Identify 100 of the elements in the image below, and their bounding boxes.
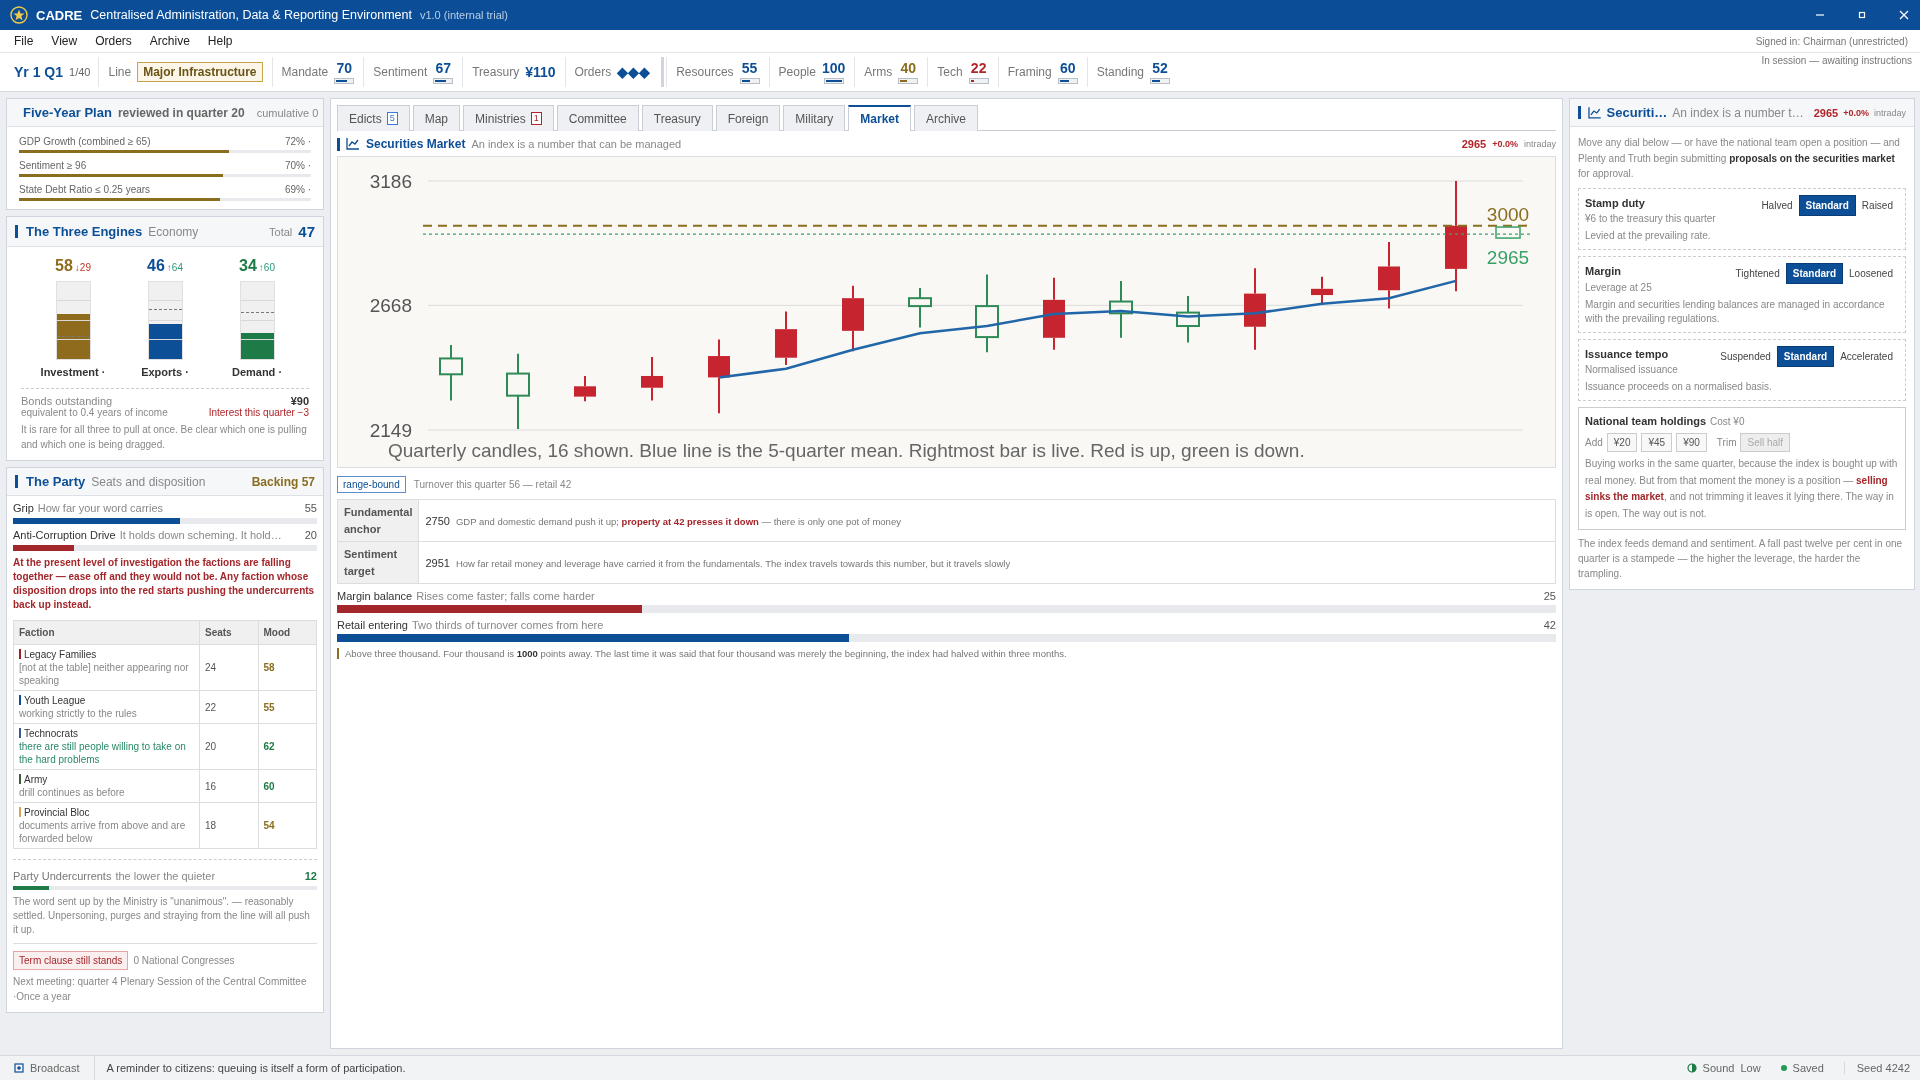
meter-description: How far your word carries bbox=[37, 502, 164, 514]
engine-value: 34 bbox=[239, 257, 257, 275]
session-status: In session — awaiting instructions bbox=[1761, 55, 1912, 66]
option-button[interactable]: Standard bbox=[1798, 194, 1856, 216]
menu-item[interactable]: Archive bbox=[143, 34, 202, 48]
index-suffix: intraday bbox=[1873, 107, 1906, 118]
option-button[interactable]: Suspended bbox=[1714, 346, 1777, 366]
option-button[interactable]: Raised bbox=[1855, 195, 1899, 215]
meter-description: the lower the quieter bbox=[115, 870, 216, 882]
tab[interactable]: Military bbox=[783, 105, 846, 131]
stat-value: 70 bbox=[336, 60, 352, 76]
menu-item[interactable]: View bbox=[45, 34, 90, 48]
index-change: +0.0% bbox=[1492, 139, 1518, 149]
tab[interactable]: Foreign bbox=[715, 105, 781, 131]
dial-note: Issuance proceeds on a normalised basis. bbox=[1585, 380, 1773, 394]
option-button[interactable]: Loosened bbox=[1843, 264, 1899, 283]
index-value: 2965 bbox=[1813, 106, 1839, 119]
anchor-description: How far retail money and leverage have carried it from the fundamentals. The index travels towards this number, but it travels slowly bbox=[455, 557, 1011, 569]
panel-subtitle: reviewed in quarter 20 bbox=[117, 105, 245, 120]
tab[interactable]: Edicts 5 bbox=[337, 105, 410, 131]
meter-description: It holds down scheming. It hold… bbox=[119, 529, 282, 541]
dial-name: Issuance tempo bbox=[1585, 346, 1670, 362]
faction-name: Provincial Bloc bbox=[24, 807, 90, 818]
dial-description: Leverage at 25 bbox=[1585, 280, 1653, 295]
faction-name: Technocrats bbox=[24, 728, 78, 739]
sound-icon bbox=[1686, 1063, 1697, 1073]
candlestick bbox=[1311, 275, 1333, 304]
option-button[interactable]: Halved bbox=[1755, 195, 1799, 215]
tab[interactable]: Committee bbox=[556, 105, 639, 131]
faction-note: working strictly to the rules bbox=[19, 707, 138, 720]
menu-item[interactable]: File bbox=[8, 34, 46, 48]
holdings-title: National team holdings bbox=[1585, 415, 1706, 427]
close-icon[interactable] bbox=[1898, 9, 1910, 21]
term-tag: Term clause still stands bbox=[13, 951, 129, 970]
stat-label: Mandate bbox=[281, 65, 329, 79]
option-button[interactable]: Tightened bbox=[1729, 264, 1786, 283]
tab[interactable]: Ministries 1 bbox=[463, 105, 554, 131]
panel-note: cumulative 0 bbox=[256, 106, 319, 119]
live-price-marker bbox=[1495, 226, 1521, 239]
meter-value: 12 bbox=[304, 870, 317, 882]
meter-value: 42 bbox=[1543, 619, 1556, 631]
table-cell: 54 bbox=[258, 802, 317, 849]
panel-subtitle: Economy bbox=[148, 224, 199, 239]
stat-value: 60 bbox=[1059, 60, 1076, 76]
panel-title: Five-Year Plan bbox=[23, 105, 112, 120]
candlestick bbox=[908, 287, 932, 329]
option-button[interactable]: Standard bbox=[1785, 263, 1844, 284]
stat-value: ¥110 bbox=[525, 64, 556, 80]
tab[interactable]: Archive bbox=[914, 105, 979, 131]
stat-label: Orders bbox=[574, 65, 612, 79]
next-meeting: Next meeting: quarter 4 Plenary Session of the Central Committee ·Once a year bbox=[13, 975, 308, 1004]
holdings-text: Buying works in the same quarter, because the index is bought up with real money. But from that moment the money is a position — selling sinks the market, and not trimming it leaves it lying there. The way in is open. The way out is not. bbox=[1585, 457, 1899, 521]
dial-note: Levied at the prevailing rate. bbox=[1585, 229, 1712, 243]
option-button[interactable]: Accelerated bbox=[1834, 346, 1899, 366]
sound-level: Low bbox=[1740, 1062, 1761, 1074]
reference-label: 3000 bbox=[1486, 203, 1530, 225]
menu-item[interactable]: Help bbox=[201, 34, 245, 48]
turn-counter: 1/40 bbox=[69, 66, 91, 78]
tab[interactable]: Treasury bbox=[641, 105, 713, 131]
dial-name: Stamp duty bbox=[1585, 195, 1646, 211]
holdings-cost: Cost ¥0 bbox=[1710, 416, 1745, 427]
amount-button[interactable]: ¥90 bbox=[1676, 433, 1707, 452]
candlestick bbox=[439, 344, 463, 402]
amount-button[interactable]: ¥45 bbox=[1641, 433, 1673, 452]
amount-button[interactable]: ¥20 bbox=[1606, 433, 1638, 452]
star-logo-icon bbox=[10, 6, 28, 24]
footer-note: The index feeds demand and sentiment. A fall past twelve per cent in one quarter is a stampede — the higher the leverage, the harder the trampling. bbox=[1578, 537, 1904, 581]
meter-name: Anti-Corruption Drive bbox=[13, 529, 116, 541]
engine-delta: ↑60 bbox=[258, 262, 275, 273]
tab[interactable]: Map bbox=[412, 105, 461, 131]
broadcast-message: A reminder to citizens: queuing is itself a form of participation. bbox=[106, 1062, 406, 1074]
candlestick bbox=[1378, 241, 1400, 310]
faction-note: there are still people willing to take on the hard problems bbox=[19, 740, 187, 766]
meter-value: 25 bbox=[1543, 590, 1556, 602]
stat-label: Treasury bbox=[472, 65, 520, 79]
quote-text: Above three thousand. Four thousand is 1000 points away. The last time it was said that four thousand was merely the beginning, the index had halved within three months. bbox=[337, 648, 1556, 659]
dial-description: ¥6 to the treasury this quarter bbox=[1585, 212, 1717, 226]
candlestick bbox=[775, 310, 797, 366]
broadcast-icon bbox=[14, 1063, 24, 1073]
row-header: Sentiment target bbox=[337, 541, 419, 584]
regime-tag: range-bound bbox=[337, 476, 406, 493]
table-cell: 58 bbox=[258, 644, 317, 691]
meter-value: 55 bbox=[304, 502, 317, 514]
stat-label: Tech bbox=[937, 65, 963, 79]
table-cell: 16 bbox=[199, 769, 258, 803]
meter-name: Party Undercurrents bbox=[13, 870, 112, 882]
option-button[interactable]: Standard bbox=[1776, 345, 1835, 367]
engine-value: 58 bbox=[55, 257, 73, 275]
faction-name: Legacy Families bbox=[24, 649, 97, 660]
tab[interactable]: Market bbox=[848, 105, 912, 131]
dial-description: Normalised issuance bbox=[1585, 363, 1679, 377]
sound-label: Sound bbox=[1702, 1062, 1735, 1074]
maximize-icon[interactable] bbox=[1856, 9, 1868, 21]
axis-tick-label: 2668 bbox=[369, 295, 412, 317]
candlestick bbox=[1176, 295, 1200, 344]
engine-label: Investment · bbox=[40, 366, 106, 378]
engine-delta: ↑64 bbox=[166, 262, 183, 273]
axis-tick-label: 2149 bbox=[369, 420, 412, 441]
row-header: Fundamental anchor bbox=[337, 499, 419, 542]
menu-item[interactable]: Orders bbox=[89, 34, 144, 48]
